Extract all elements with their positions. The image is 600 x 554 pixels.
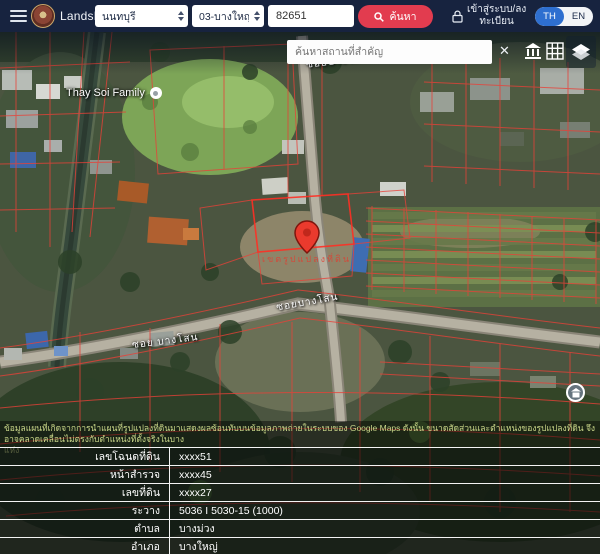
layers-button[interactable] <box>566 36 596 68</box>
search-icon <box>374 12 384 22</box>
layers-icon <box>571 42 591 62</box>
parcel-info-table: เลขโฉนดที่ดิน xxxx51 หน้าสำรวจ xxxx45 เล… <box>0 447 600 554</box>
table-row-label: เลขโฉนดที่ดิน <box>0 448 170 465</box>
map-disclaimer: ข้อมูลแผนที่เกิดจากการนำแผนที่รูปแปลงที่… <box>0 421 600 447</box>
stepper-arrows-icon <box>254 11 260 21</box>
top-navbar: LandsMaps นนทบุรี 03-บางใหญ่ ค้นหา เข้าส… <box>0 0 600 32</box>
login-line1: เข้าสู่ระบบ/ลง <box>467 4 526 16</box>
login-line2: ทะเบียน <box>467 16 526 28</box>
table-row-label: ตำบล <box>0 520 170 537</box>
amphoe-select-value: 03-บางใหญ่ <box>199 8 249 25</box>
table-row-label: อำเภอ <box>0 538 170 554</box>
table-row: หน้าสำรวจ xxxx45 <box>0 466 600 484</box>
poi-label: Thay Soi Family <box>66 87 145 99</box>
map-canvas[interactable]: ✕ Thay Soi Family ซอยบางโสน ซอยบางโสน ซอ… <box>0 32 600 554</box>
table-row-value: xxxx27 <box>170 487 600 499</box>
province-select[interactable]: นนทบุรี <box>95 5 188 27</box>
table-row-label: ระวาง <box>0 502 170 519</box>
table-row-value: บางม่วง <box>170 520 600 537</box>
table-row-label: เลขที่ดิน <box>0 484 170 501</box>
lang-en-button[interactable]: EN <box>564 7 593 26</box>
search-button-label: ค้นหา <box>389 8 416 25</box>
location-pin-icon[interactable] <box>294 220 320 259</box>
close-icon[interactable]: ✕ <box>499 44 510 57</box>
table-row-value: บางใหญ่ <box>170 538 600 554</box>
table-row-value: xxxx51 <box>170 451 600 463</box>
table-row: ระวาง 5036 I 5030-15 (1000) <box>0 502 600 520</box>
table-row-value: xxxx45 <box>170 469 600 481</box>
table-row-value: 5036 I 5030-15 (1000) <box>170 505 600 517</box>
amphoe-select[interactable]: 03-บางใหญ่ <box>192 5 264 27</box>
stepper-arrows-icon <box>178 11 184 21</box>
map-search-input[interactable] <box>287 40 492 64</box>
poi-place-icon[interactable] <box>566 383 585 402</box>
table-row: เลขโฉนดที่ดิน xxxx51 <box>0 448 600 466</box>
department-of-lands-logo <box>31 4 55 28</box>
province-select-value: นนทบุรี <box>102 8 173 25</box>
lang-th-button[interactable]: TH <box>535 7 564 26</box>
disclaimer-line1: ข้อมูลแผนที่เกิดจากการนำแผนที่รูปแปลงที่… <box>4 423 596 445</box>
table-row-label: หน้าสำรวจ <box>0 466 170 483</box>
menu-icon[interactable] <box>10 10 27 22</box>
search-button[interactable]: ค้นหา <box>358 5 433 28</box>
parcel-number-input[interactable] <box>268 5 354 27</box>
poi-thay-soi-family[interactable]: Thay Soi Family <box>66 87 162 99</box>
language-toggle: TH EN <box>535 7 593 26</box>
poi-circle-icon <box>150 87 162 99</box>
landmark-icon[interactable] <box>524 42 542 65</box>
table-row: อำเภอ บางใหญ่ <box>0 538 600 554</box>
table-row: เลขที่ดิน xxxx27 <box>0 484 600 502</box>
landsmaps-app: ✕ Thay Soi Family ซอยบางโสน ซอยบางโสน ซอ… <box>0 0 600 554</box>
lock-icon <box>452 10 463 23</box>
table-row: ตำบล บางม่วง <box>0 520 600 538</box>
grid-icon[interactable] <box>546 42 564 65</box>
